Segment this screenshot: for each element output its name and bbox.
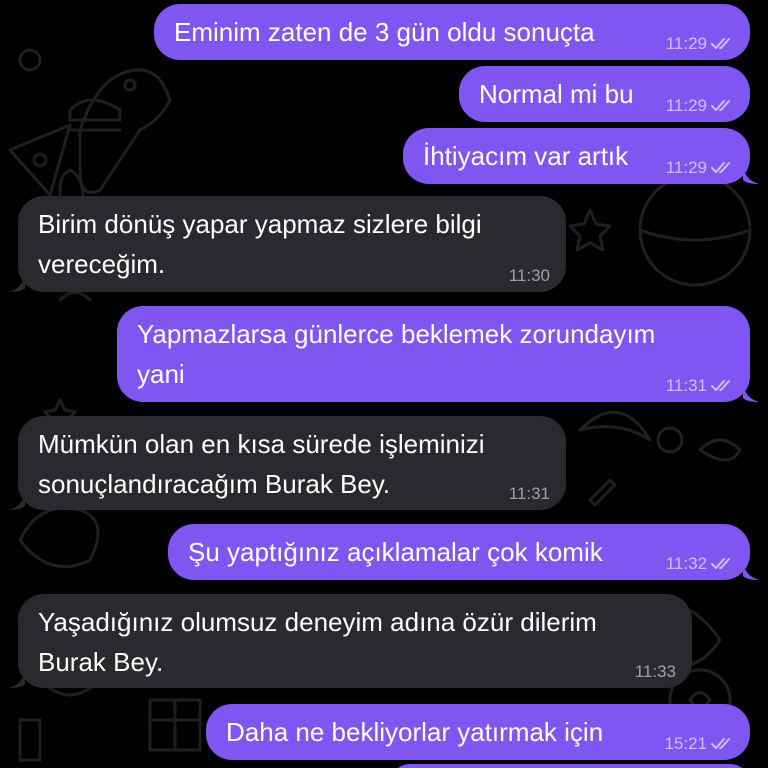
message-meta: 15:21 [664, 734, 734, 754]
outgoing-message[interactable]: Eminim zaten de 3 gün oldu sonuçta 11:29 [154, 4, 750, 60]
message-text-line: yani [137, 359, 185, 389]
message-meta: 11:31 [509, 484, 550, 504]
message-time: 11:30 [508, 266, 550, 285]
message-text-line: Burak Bey. [38, 647, 164, 677]
bubble-tail [743, 166, 759, 184]
message-meta: 11:29 [666, 158, 734, 178]
double-check-icon [711, 558, 730, 569]
message-text-line: Birim dönüş yapar yapmaz sizlere bilgi [38, 209, 482, 239]
double-check-icon [711, 100, 730, 111]
message-meta: 11:33 [635, 662, 676, 682]
outgoing-message[interactable]: İhtiyacım var artık 11:29 [403, 128, 759, 184]
message-time: 11:31 [508, 484, 550, 503]
message-text-line: Mümkün olan en kısa sürede işleminizi [38, 429, 485, 459]
outgoing-message[interactable]: Yapmazlarsa günlerce beklemek zorundayım… [117, 306, 759, 402]
message-time: 11:32 [665, 554, 707, 573]
incoming-message[interactable]: Yaşadığınız olumsuz deneyim adına özür d… [9, 594, 692, 688]
message-text: Daha ne bekliyorlar yatırmak için [226, 717, 604, 747]
incoming-message[interactable]: Birim dönüş yapar yapmaz sizlere bilgi v… [9, 196, 566, 292]
bubble-tail [743, 562, 759, 580]
double-check-icon [711, 162, 730, 173]
message-text-line: vereceğim. [38, 249, 166, 279]
outgoing-message[interactable]: Şu yaptığınız açıklamalar çok komik 11:3… [168, 524, 759, 580]
message-time: 11:33 [634, 662, 676, 681]
message-time: 11:29 [665, 96, 707, 115]
message-text-line: Yapmazlarsa günlerce beklemek zorundayım [137, 319, 656, 349]
message-text: Şu yaptığınız açıklamalar çok komik [188, 537, 603, 567]
message-meta: 11:30 [509, 266, 550, 286]
message-meta: 11:29 [666, 34, 734, 54]
outgoing-message[interactable]: Normal mi bu 11:29 [459, 66, 750, 122]
message-text: Eminim zaten de 3 gün oldu sonuçta [174, 17, 595, 47]
double-check-icon [711, 38, 730, 49]
double-check-icon [711, 380, 730, 391]
message-meta: 11:31 [666, 376, 734, 396]
message-time: 11:31 [665, 376, 707, 395]
message-time: 11:29 [665, 34, 707, 53]
outgoing-message[interactable]: Daha ne bekliyorlar yatırmak için 15:21 [206, 704, 750, 760]
message-meta: 11:29 [666, 96, 734, 116]
bubble-tail [743, 384, 759, 402]
bubble-tail [9, 492, 25, 510]
bubble-tail [9, 274, 25, 292]
bubble-tail [9, 670, 25, 688]
message-text-line: sonuçlandıracağım Burak Bey. [38, 469, 391, 499]
message-time: 11:29 [665, 158, 707, 177]
message-time: 15:21 [664, 734, 707, 753]
incoming-message[interactable]: Mümkün olan en kısa sürede işleminizi so… [9, 416, 566, 510]
message-text-line: Yaşadığınız olumsuz deneyim adına özür d… [38, 607, 597, 637]
chat-screen: Eminim zaten de 3 gün oldu sonuçta 11:29… [0, 0, 768, 768]
message-meta: 11:32 [666, 554, 734, 574]
outgoing-message-partial[interactable] [390, 764, 750, 768]
double-check-icon [711, 738, 730, 749]
